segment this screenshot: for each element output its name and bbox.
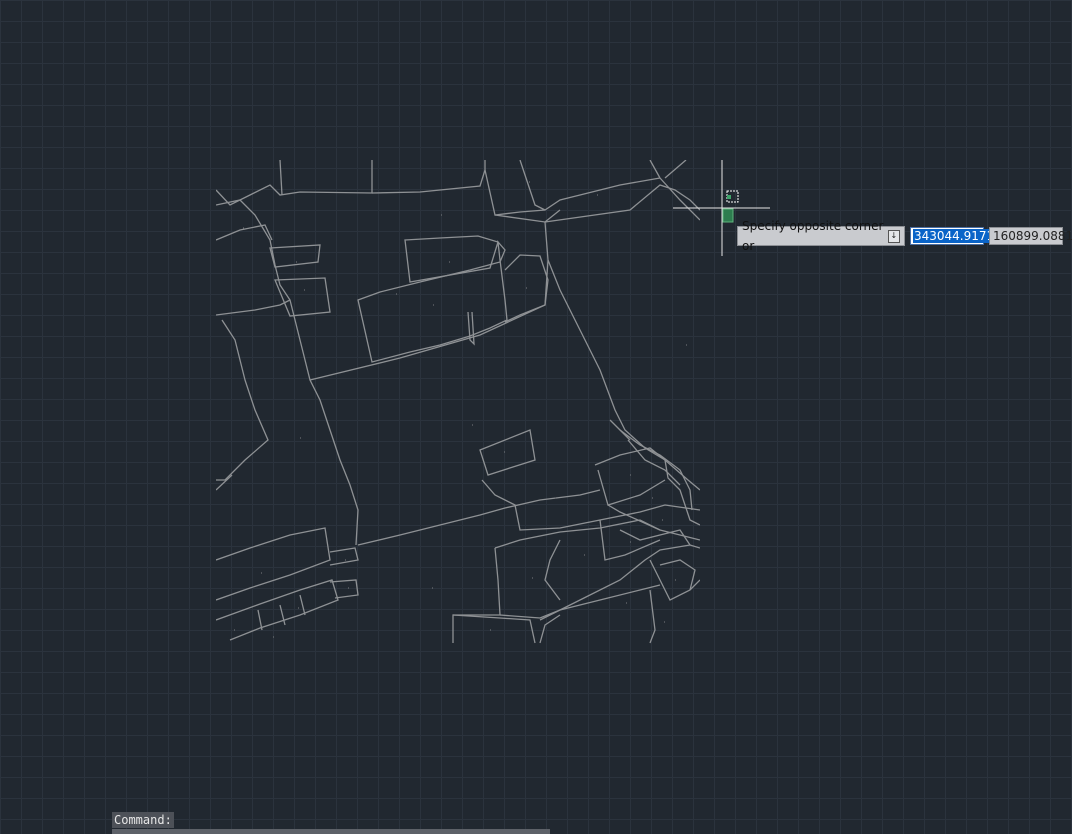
x-coordinate-input[interactable]: 343044.9171 — [910, 227, 996, 245]
x-coordinate-value: 343044.9171 — [913, 229, 996, 243]
command-line-prompt[interactable]: Command: — [112, 812, 174, 828]
y-coordinate-input[interactable]: 160899.0881 — [989, 227, 1072, 245]
command-prompt[interactable]: Specify opposite corner or ↓ — [737, 219, 905, 253]
parcel-map — [216, 160, 770, 644]
prompt-text: Specify opposite corner or — [742, 219, 884, 253]
command-line-input[interactable] — [112, 829, 550, 834]
dropdown-arrow-icon[interactable]: ↓ — [887, 229, 900, 243]
dynamic-input-tooltip: Specify opposite corner or ↓ 343044.9171… — [737, 219, 1072, 253]
parcel-boundaries — [216, 160, 700, 644]
